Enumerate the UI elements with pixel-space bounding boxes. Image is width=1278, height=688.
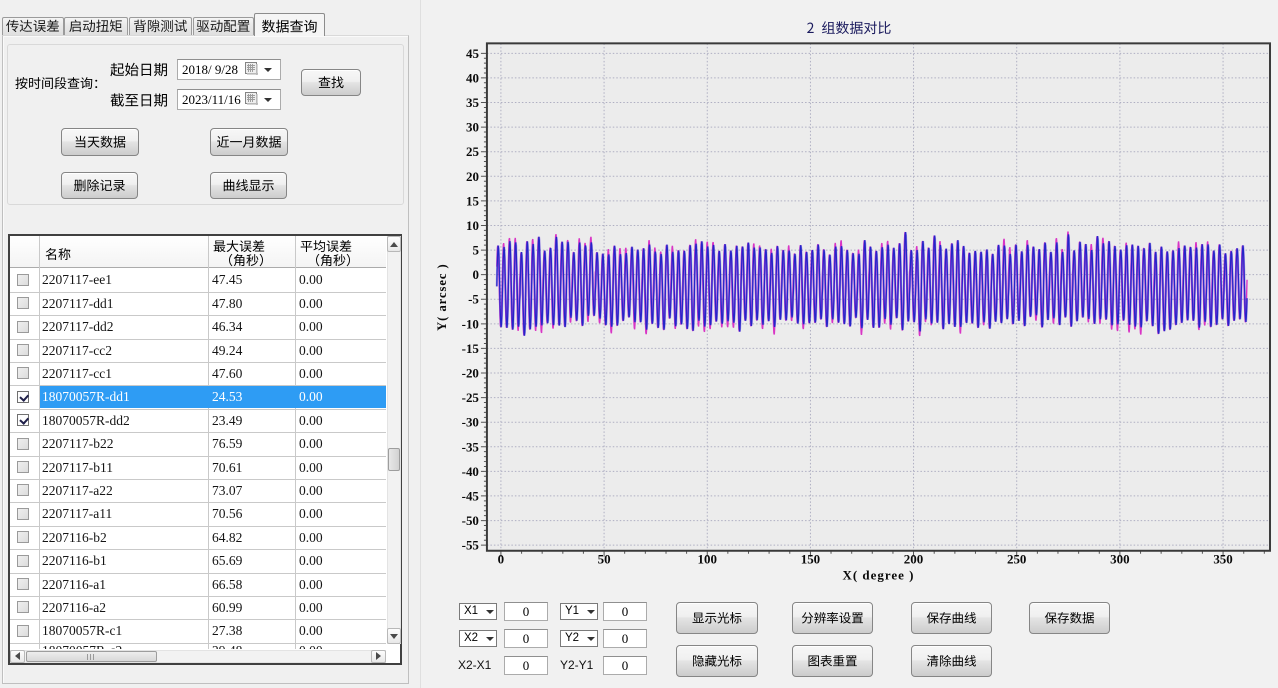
svg-text:-55: -55 [462, 538, 480, 553]
svg-text:-15: -15 [462, 341, 480, 356]
svg-text:-10: -10 [462, 316, 479, 331]
svg-text:30: 30 [466, 120, 479, 135]
svg-text:50: 50 [598, 552, 611, 567]
svg-text:35: 35 [466, 95, 479, 110]
svg-text:20: 20 [466, 169, 479, 184]
svg-text:40: 40 [466, 70, 479, 85]
svg-text:200: 200 [904, 552, 923, 567]
svg-text:-45: -45 [462, 488, 480, 503]
svg-text:-40: -40 [462, 464, 479, 479]
svg-text:25: 25 [466, 144, 479, 159]
svg-text:-50: -50 [462, 513, 479, 528]
svg-text:-5: -5 [468, 292, 479, 307]
svg-text:-20: -20 [462, 365, 479, 380]
svg-text:5: 5 [472, 243, 479, 258]
svg-text:250: 250 [1007, 552, 1026, 567]
svg-text:15: 15 [466, 193, 479, 208]
svg-text:-35: -35 [462, 439, 480, 454]
svg-text:150: 150 [801, 552, 820, 567]
svg-text:Y( arcsec ): Y( arcsec ) [435, 263, 449, 331]
svg-text:X( degree ): X( degree ) [842, 568, 914, 583]
svg-text:-30: -30 [462, 415, 479, 430]
svg-text:350: 350 [1213, 552, 1232, 567]
svg-text:-25: -25 [462, 390, 480, 405]
svg-text:0: 0 [472, 267, 478, 282]
svg-text:0: 0 [498, 552, 504, 567]
svg-text:300: 300 [1110, 552, 1129, 567]
svg-text:100: 100 [698, 552, 717, 567]
svg-text:45: 45 [466, 46, 479, 61]
svg-text:10: 10 [466, 218, 479, 233]
